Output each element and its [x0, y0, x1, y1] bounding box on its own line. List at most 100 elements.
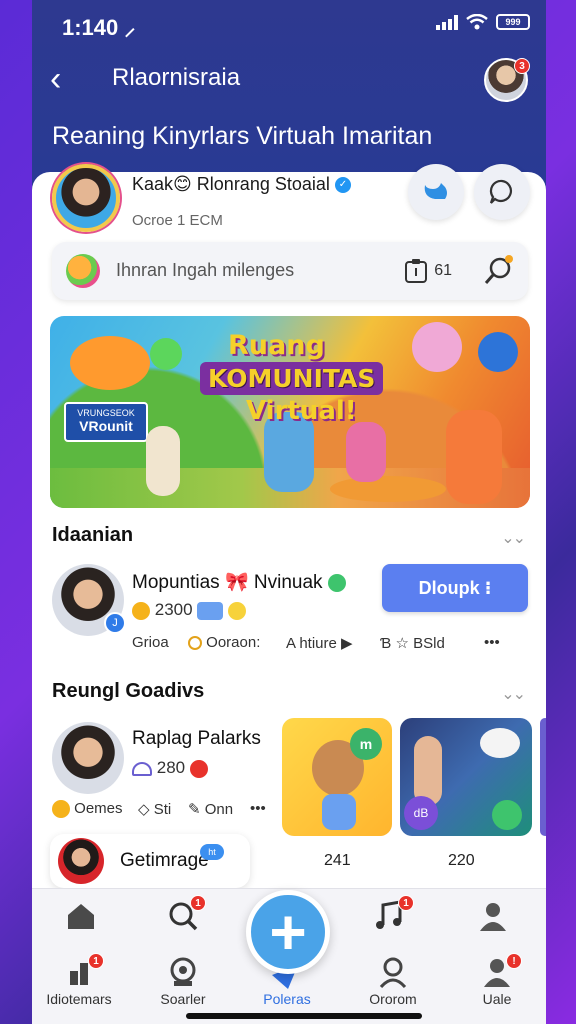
meta-oemes-text: Oemes: [74, 800, 123, 817]
status-time: 1:140 ⸝: [62, 15, 136, 40]
music-badge: 1: [398, 895, 414, 911]
diamond-icon: ◇: [138, 801, 150, 818]
search-count: 61: [434, 262, 452, 279]
home-indicator[interactable]: [186, 1013, 422, 1019]
battery-icon: 999: [496, 14, 530, 30]
check-icon: [492, 800, 522, 830]
profile-name-text: Kaak😊 Rlonrang Stoaial: [132, 174, 330, 194]
meta-grioa[interactable]: Grioa: [132, 634, 169, 651]
meta-ooraon[interactable]: Ooraon:: [188, 634, 260, 651]
search-bar[interactable]: Ihnran Ingah milenges 61: [52, 242, 528, 300]
chip-label: Getimrage: [120, 850, 209, 871]
sign-top-text: VRUNGSEOK: [77, 408, 135, 418]
woman-figure: [446, 410, 502, 504]
more-options-2[interactable]: •••: [250, 800, 266, 817]
nav-label-1[interactable]: Idiotemars: [32, 991, 134, 1007]
sign-main-text: VRounit: [79, 418, 133, 434]
follow-button[interactable]: Dloupk ⁝: [382, 564, 528, 612]
camera-icon[interactable]: [166, 955, 200, 989]
nav-label-4[interactable]: Ororom: [338, 991, 448, 1007]
creator-stats: 280: [132, 758, 208, 778]
chip-card[interactable]: Getimrage ht: [50, 834, 250, 888]
search-input[interactable]: Ihnran Ingah milenges: [116, 260, 294, 281]
person-icon[interactable]: [376, 955, 410, 989]
creator-avatar[interactable]: [52, 722, 124, 794]
chevron-down-icon-2[interactable]: ⌄⌄: [501, 684, 526, 704]
bird-button[interactable]: [408, 164, 464, 220]
banner-title-1: Ruang: [228, 330, 325, 361]
search-icon[interactable]: [480, 252, 518, 290]
member-name-text: Mopuntias 🎀 Nvinuak: [132, 572, 323, 593]
meta-bsld[interactable]: Ɓ ☆ BSld: [380, 634, 445, 652]
profile-icon[interactable]: [476, 899, 510, 933]
chat-button[interactable]: [474, 164, 530, 220]
stat-number-1: 241: [324, 852, 351, 869]
chevron-down-icon[interactable]: ⌄⌄: [501, 528, 526, 548]
stats-badge: 1: [88, 953, 104, 969]
meta-ooraon-text: Ooraon:: [206, 634, 261, 651]
online-icon: [327, 573, 346, 592]
more-options-1[interactable]: •••: [484, 634, 500, 651]
banner-title-3: Virtual!: [246, 396, 357, 426]
cat-character: [412, 322, 462, 372]
mascot-character: [70, 336, 150, 390]
coin-icon: [132, 601, 150, 620]
page-title: Rlaornisraia: [112, 64, 241, 91]
top-app-bar: 1:140 ⸝ 999 ‹ Rlaornisraia 3 Reaning Kin…: [32, 0, 546, 200]
banner-sign: VRUNGSEOK VRounit: [64, 402, 148, 442]
thumbnail-more[interactable]: [540, 718, 546, 836]
verified-icon: ✓: [334, 177, 351, 194]
main-card: Kaak😊 Rlonrang Stoaial ✓ Ocroe 1 ECM Ihn…: [32, 164, 546, 902]
status-icons: 999: [436, 14, 530, 30]
member-stats: 2300: [132, 600, 247, 620]
back-button[interactable]: ‹: [50, 62, 61, 96]
profile-avatar[interactable]: [52, 164, 120, 232]
creator-name[interactable]: Raplag Palarks: [132, 728, 261, 750]
nav-label-2[interactable]: Soarler: [128, 991, 238, 1007]
mascot-icon: [66, 254, 100, 288]
profile-name: Kaak😊 Rlonrang Stoaial ✓: [132, 174, 351, 195]
signal-icon: [436, 14, 458, 30]
thumbnail-game-room[interactable]: dB: [400, 718, 532, 836]
phone-screen: 1:140 ⸝ 999 ‹ Rlaornisraia 3 Reaning Kin…: [32, 0, 546, 1024]
meta-htiure[interactable]: A htiure ▶: [286, 634, 353, 652]
bird-icon: [424, 183, 447, 199]
bear-body: [322, 794, 356, 830]
app-logo-icon: m: [350, 728, 382, 760]
thumbnail-bear[interactable]: m: [282, 718, 392, 836]
meta-onn[interactable]: ✎ Onn: [188, 800, 233, 818]
member-badge-icon: J: [104, 612, 126, 634]
chat-bubble-icon: [489, 179, 512, 204]
wifi-icon: [466, 14, 488, 30]
member-name[interactable]: Mopuntias 🎀 Nvinuak: [132, 570, 346, 594]
member-avatar[interactable]: J: [52, 564, 126, 636]
meta-oemes[interactable]: Oemes: [52, 800, 123, 819]
meta-sti-text: Sti: [153, 801, 172, 818]
nav-label-3[interactable]: Poleras: [232, 991, 342, 1007]
hero-title: Reaning Kinyrlars Virtuah Imaritan: [52, 122, 433, 150]
nav-label-5[interactable]: Uale: [442, 991, 546, 1007]
ring-icon: [188, 636, 202, 651]
clipboard-icon: [405, 259, 428, 283]
notification-badge: 3: [514, 58, 530, 74]
cap-icon: [132, 761, 152, 776]
alien-character: [150, 338, 182, 370]
hands-icon: [197, 601, 224, 620]
search-badge: 1: [190, 895, 206, 911]
member-count: 2300: [154, 600, 193, 619]
create-post-button[interactable]: +: [246, 890, 330, 974]
creator-count: 280: [156, 758, 186, 777]
user-avatar[interactable]: 3: [484, 58, 530, 102]
home-icon[interactable]: [64, 899, 98, 933]
cow-character: [480, 728, 520, 758]
person-figure: [146, 426, 180, 496]
meta-sti[interactable]: ◇ Sti: [138, 800, 171, 818]
stat-number-2: 220: [448, 852, 475, 869]
profile-subtitle: Ocroe 1 ECM: [132, 212, 223, 229]
table-shape: [330, 476, 446, 502]
search-counter[interactable]: 61: [404, 258, 452, 284]
pencil-icon: ✎: [188, 801, 201, 818]
promo-banner[interactable]: VRUNGSEOK VRounit Ruang KOMUNITAS Virtua…: [50, 316, 530, 508]
plus-icon: +: [269, 896, 307, 968]
chip-badge: ht: [200, 844, 224, 860]
